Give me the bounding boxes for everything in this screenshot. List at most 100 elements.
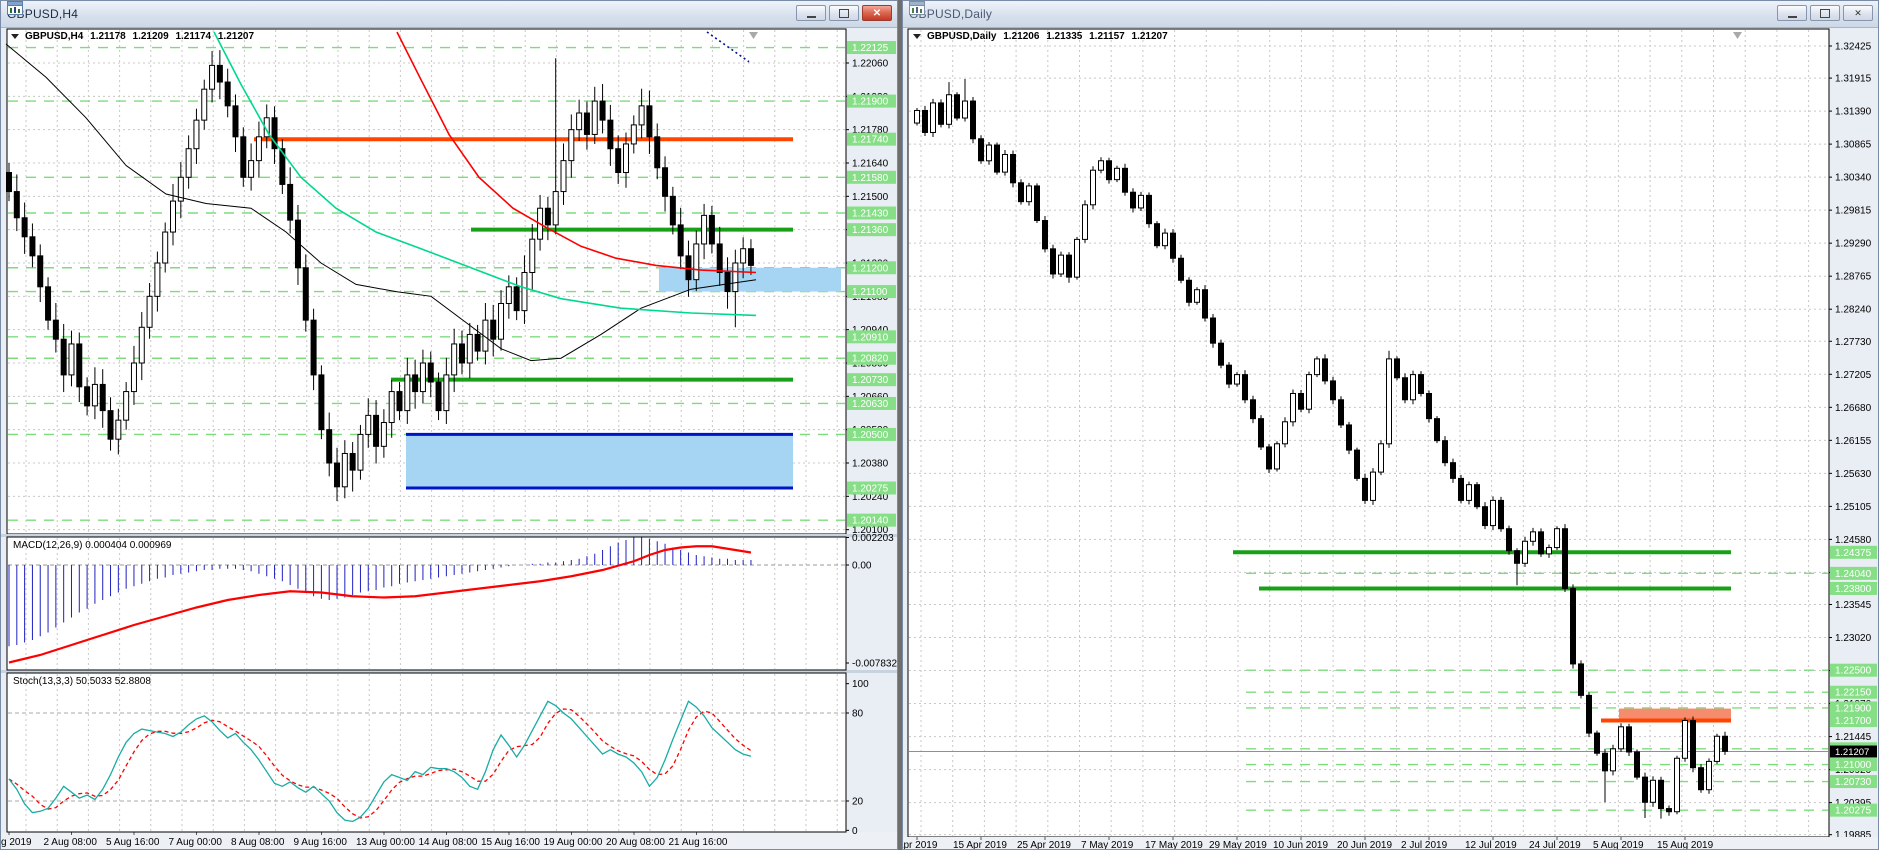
svg-text:1.21900: 1.21900 bbox=[1835, 703, 1872, 714]
time-label: 25 Apr 2019 bbox=[1017, 840, 1071, 849]
chart-icon bbox=[909, 1, 925, 15]
price-axis-label: 1.26680 bbox=[1835, 403, 1872, 414]
time-label: 24 Jul 2019 bbox=[1529, 840, 1581, 849]
svg-text:1.21360: 1.21360 bbox=[852, 225, 889, 236]
svg-text:1.20275: 1.20275 bbox=[852, 484, 889, 495]
svg-text:1.20275: 1.20275 bbox=[1835, 806, 1872, 817]
price-axis-label: 1.27730 bbox=[1835, 337, 1872, 348]
time-label: 29 May 2019 bbox=[1209, 840, 1267, 849]
level-price-labels: 1.22125 1.21900 1.21740 1.21580 1.21430 1.213… bbox=[847, 41, 896, 527]
time-label: 5 Aug 16:00 bbox=[106, 837, 160, 848]
price-axis-label: 1.21445 bbox=[1835, 732, 1872, 743]
svg-text:1.20820: 1.20820 bbox=[852, 354, 889, 365]
svg-text:1.21700: 1.21700 bbox=[1835, 716, 1872, 727]
left-title-bar[interactable]: GBPUSD,H4 ✕ bbox=[1, 1, 897, 28]
time-label: 1 Aug 2019 bbox=[1, 837, 32, 848]
price-axis-label: 1.31915 bbox=[1835, 74, 1872, 85]
svg-text:1.22125: 1.22125 bbox=[852, 43, 889, 54]
svg-text:1.24040: 1.24040 bbox=[1835, 569, 1872, 580]
price-axis-label: 1.28240 bbox=[1835, 305, 1872, 316]
price-axis-label: 1.21640 bbox=[852, 159, 889, 170]
metatrader-workspace: { "left_window": { "title": "GBPUSD,H4",… bbox=[0, 0, 1879, 850]
symbol-dropdown-icon[interactable] bbox=[11, 33, 19, 39]
price-axis-label: 1.31390 bbox=[1835, 107, 1872, 118]
restore-button[interactable] bbox=[1810, 5, 1840, 21]
price-axis-label: 1.26155 bbox=[1835, 436, 1872, 447]
chart-icon bbox=[7, 1, 23, 15]
macd-axis-label: 0.00 bbox=[852, 561, 872, 572]
svg-text:1.20140: 1.20140 bbox=[852, 516, 889, 527]
time-label: 15 Apr 2019 bbox=[953, 840, 1007, 849]
minimize-button[interactable] bbox=[796, 5, 826, 21]
close-button[interactable]: ✕ bbox=[862, 5, 892, 21]
price-axis-label: 1.23545 bbox=[1835, 600, 1872, 611]
time-label: 19 Aug 00:00 bbox=[544, 837, 603, 848]
restore-button[interactable] bbox=[829, 5, 859, 21]
time-label: 5 Aug 2019 bbox=[1593, 840, 1644, 849]
stoch-axis-label: 100 bbox=[852, 679, 869, 690]
stoch-axis-label: 0 bbox=[852, 826, 858, 837]
time-label: 20 Jun 2019 bbox=[1337, 840, 1392, 849]
close-button[interactable]: ✕ bbox=[1843, 5, 1873, 21]
stoch-axis-label: 80 bbox=[852, 709, 864, 720]
level-price-labels: 1.24375 1.24040 1.23800 1.22500 1.22150 1.219… bbox=[1830, 545, 1877, 817]
macd-axis-label: 0.002203 bbox=[852, 533, 894, 544]
stoch-axis-label: 20 bbox=[852, 797, 864, 808]
svg-text:1.22500: 1.22500 bbox=[1835, 666, 1872, 677]
price-axis-label: 1.28765 bbox=[1835, 272, 1872, 283]
price-axis-label: 1.23020 bbox=[1835, 633, 1872, 644]
price-axis-label: 1.30865 bbox=[1835, 140, 1872, 151]
svg-text:1.21900: 1.21900 bbox=[852, 97, 889, 108]
time-label: 20 Aug 08:00 bbox=[606, 837, 665, 848]
svg-text:1.20730: 1.20730 bbox=[1835, 777, 1872, 788]
svg-text:1.21740: 1.21740 bbox=[852, 135, 889, 146]
time-label: 2 Aug 08:00 bbox=[44, 837, 98, 848]
left-chart-canvas[interactable]: 1.220601.219201.217801.216401.215001.213… bbox=[1, 1, 897, 849]
svg-text:1.21100: 1.21100 bbox=[852, 287, 888, 298]
price-axis-label: 1.22060 bbox=[852, 59, 889, 70]
time-label: 13 Aug 00:00 bbox=[356, 837, 415, 848]
price-axis-label: 1.21500 bbox=[852, 192, 889, 203]
price-axis-label: 1.24580 bbox=[1835, 535, 1872, 546]
time-label: 21 Aug 16:00 bbox=[669, 837, 728, 848]
right-window: 1.32425 1.31915 1.31390 1.30865 1.30340 1.298… bbox=[902, 0, 1879, 850]
svg-text:1.20730: 1.20730 bbox=[852, 375, 889, 386]
svg-text:1.22150: 1.22150 bbox=[1835, 688, 1872, 699]
price-axis-label: 1.29290 bbox=[1835, 239, 1872, 250]
svg-text:1.20500: 1.20500 bbox=[852, 430, 889, 441]
price-axis-label: 1.32425 bbox=[1835, 42, 1872, 53]
svg-text:1.21207: 1.21207 bbox=[1835, 747, 1869, 758]
time-label: 15 Aug 16:00 bbox=[481, 837, 540, 848]
svg-text:1.21200: 1.21200 bbox=[852, 263, 889, 274]
time-label: 17 May 2019 bbox=[1145, 840, 1203, 849]
left-window: 1.220601.219201.217801.216401.215001.213… bbox=[0, 0, 898, 850]
macd-pane[interactable] bbox=[6, 536, 847, 671]
time-label: 12 Jul 2019 bbox=[1465, 840, 1517, 849]
time-label: 3 Apr 2019 bbox=[903, 840, 938, 849]
price-axis-label: 1.25630 bbox=[1835, 469, 1872, 480]
time-label: 7 May 2019 bbox=[1081, 840, 1134, 849]
right-title-bar[interactable]: GBPUSD,Daily ✕ bbox=[903, 1, 1878, 28]
svg-text:1.21580: 1.21580 bbox=[852, 173, 889, 184]
svg-text:1.21430: 1.21430 bbox=[852, 209, 889, 220]
svg-text:1.24375: 1.24375 bbox=[1835, 548, 1872, 559]
time-label: 7 Aug 00:00 bbox=[169, 837, 223, 848]
price-axis-label: 1.25105 bbox=[1835, 502, 1872, 513]
time-label: 14 Aug 08:00 bbox=[419, 837, 478, 848]
symbol-dropdown-icon[interactable] bbox=[913, 33, 921, 39]
time-label: 2 Jul 2019 bbox=[1401, 840, 1448, 849]
time-label: 10 Jun 2019 bbox=[1273, 840, 1328, 849]
price-axis-label: 1.30340 bbox=[1835, 173, 1872, 184]
price-axis-label: 1.20380 bbox=[852, 459, 889, 470]
svg-text:1.20630: 1.20630 bbox=[852, 399, 889, 410]
macd-axis-label: -0.007832 bbox=[852, 659, 897, 670]
time-label: 8 Aug 08:00 bbox=[231, 837, 285, 848]
right-chart-canvas[interactable]: 1.32425 1.31915 1.31390 1.30865 1.30340 1.298… bbox=[903, 1, 1878, 849]
minimize-button[interactable] bbox=[1777, 5, 1807, 21]
price-axis-label: 1.27205 bbox=[1835, 370, 1872, 381]
svg-text:1.21000: 1.21000 bbox=[1835, 760, 1872, 771]
stoch-pane[interactable] bbox=[6, 672, 847, 833]
time-label: 9 Aug 16:00 bbox=[294, 837, 348, 848]
price-axis-label: 1.29815 bbox=[1835, 206, 1872, 217]
svg-text:1.20910: 1.20910 bbox=[852, 332, 889, 343]
